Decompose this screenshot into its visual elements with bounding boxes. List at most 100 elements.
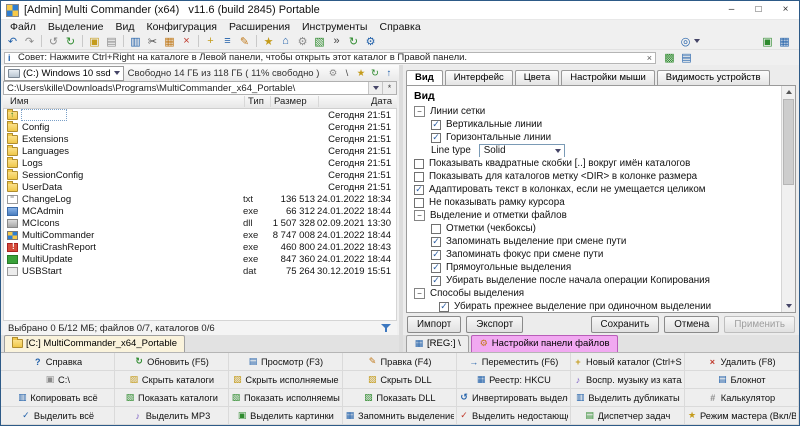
star-icon[interactable]: ★: [354, 67, 368, 80]
file-row[interactable]: MultiCrashReport exe 460 800 24.01.2022 …: [4, 241, 396, 253]
file-row[interactable]: ChangeLog txt 136 513 24.01.2022 18:34: [4, 193, 396, 205]
file-row[interactable]: USBStart dat 75 264 30.12.2019 15:51: [4, 265, 396, 277]
import-button[interactable]: Импорт: [407, 315, 462, 333]
panel-button-show-executables[interactable]: ▧ Показать исполняемые: [229, 389, 343, 407]
panel-button-select-mp3[interactable]: ♪ Выделить MP3: [115, 407, 229, 425]
panel-button-drive-c[interactable]: ▣ C:\: [1, 371, 115, 389]
panel-blue-icon[interactable]: ▤: [678, 50, 695, 65]
file-row[interactable]: Logs Сегодня 21:51: [4, 156, 396, 169]
checkbox[interactable]: ✓: [439, 301, 449, 312]
file-row[interactable]: Extensions Сегодня 21:51: [4, 132, 396, 145]
panel-button-move[interactable]: → Переместить (F6): [457, 353, 571, 371]
new-folder-icon[interactable]: +: [202, 34, 219, 49]
menu-configuration[interactable]: Конфигурация: [140, 21, 222, 33]
file-row[interactable]: Сегодня 21:51: [4, 109, 396, 121]
chevron-down-icon[interactable]: [694, 39, 700, 43]
checkbox[interactable]: ✓: [431, 119, 441, 130]
checkbox[interactable]: ✓: [414, 184, 424, 195]
panel-green-icon[interactable]: ▩: [661, 50, 678, 65]
panel-button-hide-executables[interactable]: ▨ Скрыть исполняемые: [229, 371, 343, 389]
panel-button-select-all[interactable]: ✓ Выделить всё: [1, 407, 115, 425]
checkbox[interactable]: ✓: [431, 132, 441, 143]
delete-icon[interactable]: ×: [178, 34, 195, 49]
panel-button-delete[interactable]: × Удалить (F8): [685, 353, 799, 371]
menu-view[interactable]: Вид: [109, 21, 140, 33]
apply-button[interactable]: Применить: [724, 315, 795, 333]
setting-adapt-text[interactable]: ✓ Адаптировать текст в колонках, если не…: [407, 183, 781, 196]
setting-checkboxes-marks[interactable]: Отметки (чекбоксы): [407, 222, 781, 235]
view-icon[interactable]: ≡: [219, 34, 236, 49]
group-file-selection[interactable]: − Выделение и отметки файлов: [407, 209, 781, 222]
menu-tools[interactable]: Инструменты: [296, 21, 373, 33]
cut-icon[interactable]: ✂: [144, 34, 161, 49]
tab-device-visibility[interactable]: Видимость устройств: [656, 70, 770, 85]
line-type-select[interactable]: Solid: [478, 144, 565, 157]
tools-icon[interactable]: ⚙: [294, 34, 311, 49]
file-row[interactable]: MultiCommander exe 8 747 008 24.01.2022 …: [4, 229, 396, 241]
terminal-icon[interactable]: »: [328, 34, 345, 49]
panel-button-show-folders[interactable]: ▧ Показать каталоги: [115, 389, 229, 407]
checkbox[interactable]: ✓: [431, 236, 441, 247]
panel-button-refresh[interactable]: ↻ Обновить (F5): [115, 353, 229, 371]
file-row[interactable]: MCAdmin exe 66 312 24.01.2022 18:44: [4, 205, 396, 217]
setting-rect-selection[interactable]: ✓ Прямоугольные выделения: [407, 261, 781, 274]
path-input[interactable]: C:\Users\kille\Downloads\Programs\MultiC…: [7, 83, 368, 94]
save-button[interactable]: Сохранить: [590, 315, 660, 333]
group-selection-methods[interactable]: − Способы выделения: [407, 287, 781, 300]
layout-green-icon[interactable]: ▣: [759, 34, 776, 49]
menu-extensions[interactable]: Расширения: [223, 21, 296, 33]
menu-file[interactable]: Файл: [4, 21, 42, 33]
checkbox[interactable]: ✓: [431, 249, 441, 260]
back-icon[interactable]: ↶: [4, 34, 21, 49]
panel-button-hide-folders[interactable]: ▨ Скрыть каталоги: [115, 371, 229, 389]
eject-icon[interactable]: ↑: [382, 67, 396, 80]
minimize-button[interactable]: –: [718, 1, 745, 19]
new-tab-icon[interactable]: ▣: [86, 34, 103, 49]
panel-button-remember-selection[interactable]: ▦ Запомнить выделение: [343, 407, 457, 425]
panel-button-calculator[interactable]: # Калькулятор: [685, 389, 799, 407]
settings-scrollbar[interactable]: [781, 86, 795, 312]
panel-button-select-duplicates[interactable]: ▥ Выделить дубликаты: [571, 389, 685, 407]
copy-icon[interactable]: ▥: [127, 34, 144, 49]
checkbox[interactable]: ✓: [431, 262, 441, 273]
column-size[interactable]: Размер: [270, 96, 318, 107]
checkbox[interactable]: [414, 171, 424, 182]
file-row[interactable]: SessionConfig Сегодня 21:51: [4, 168, 396, 181]
collapse-icon[interactable]: −: [414, 210, 425, 221]
path-filter-button[interactable]: *: [382, 82, 396, 94]
panel-button-hide-dll[interactable]: ▨ Скрыть DLL: [343, 371, 457, 389]
panel-button-play-music[interactable]: ♪Воспр. музыку из каталога: [571, 371, 685, 389]
setting-dir-label[interactable]: Показывать для каталогов метку <DIR> в к…: [407, 170, 781, 183]
forward-icon[interactable]: ↷: [21, 34, 38, 49]
scroll-up-icon[interactable]: [785, 86, 792, 98]
cancel-button[interactable]: Отмена: [664, 315, 720, 333]
collapse-icon[interactable]: −: [414, 106, 425, 117]
setting-vertical-lines[interactable]: ✓ Вертикальные линии: [407, 118, 781, 131]
setting-clear-previous-selection[interactable]: ✓ Убирать прежнее выделение при одиночно…: [407, 300, 781, 312]
column-date[interactable]: Дата: [318, 96, 394, 107]
settings-panel-tab[interactable]: ⚙ Настройки панели файлов: [470, 335, 618, 352]
file-row[interactable]: MCIcons dll 1 507 328 02.09.2021 13:30: [4, 217, 396, 229]
panel-button-edit[interactable]: ✎ Правка (F4): [343, 353, 457, 371]
file-row[interactable]: Languages Сегодня 21:51: [4, 144, 396, 157]
paste-icon[interactable]: ▦: [161, 34, 178, 49]
panel-button-new-folder[interactable]: +Новый каталог (Ctrl+Shift+Alt+): [571, 353, 685, 371]
group-grid-lines[interactable]: − Линии сетки: [407, 105, 781, 118]
panel-button-show-dll[interactable]: ▧ Показать DLL: [343, 389, 457, 407]
setting-clear-after-copy[interactable]: ✓ Убирать выделение после начала операци…: [407, 274, 781, 287]
tip-close-button[interactable]: ×: [647, 53, 652, 63]
checkbox[interactable]: [414, 197, 424, 208]
panel-button-help[interactable]: ? Справка: [1, 353, 115, 371]
root-icon[interactable]: \: [340, 67, 354, 80]
tab-view[interactable]: Вид: [406, 70, 443, 86]
panel-button-view[interactable]: ▤ Просмотр (F3): [229, 353, 343, 371]
filter-icon[interactable]: [381, 323, 392, 334]
tools-icon[interactable]: ⚙: [326, 67, 340, 80]
collapse-icon[interactable]: −: [414, 288, 425, 299]
search-icon[interactable]: ◎: [677, 34, 694, 49]
setting-no-cursor-frame[interactable]: Не показывать рамку курсора: [407, 196, 781, 209]
close-button[interactable]: ×: [772, 1, 799, 19]
drive-selector[interactable]: (C:) Windows 10 ssd: [4, 65, 124, 81]
undo-icon[interactable]: ↺: [45, 34, 62, 49]
refresh-icon[interactable]: ↻: [368, 67, 382, 80]
